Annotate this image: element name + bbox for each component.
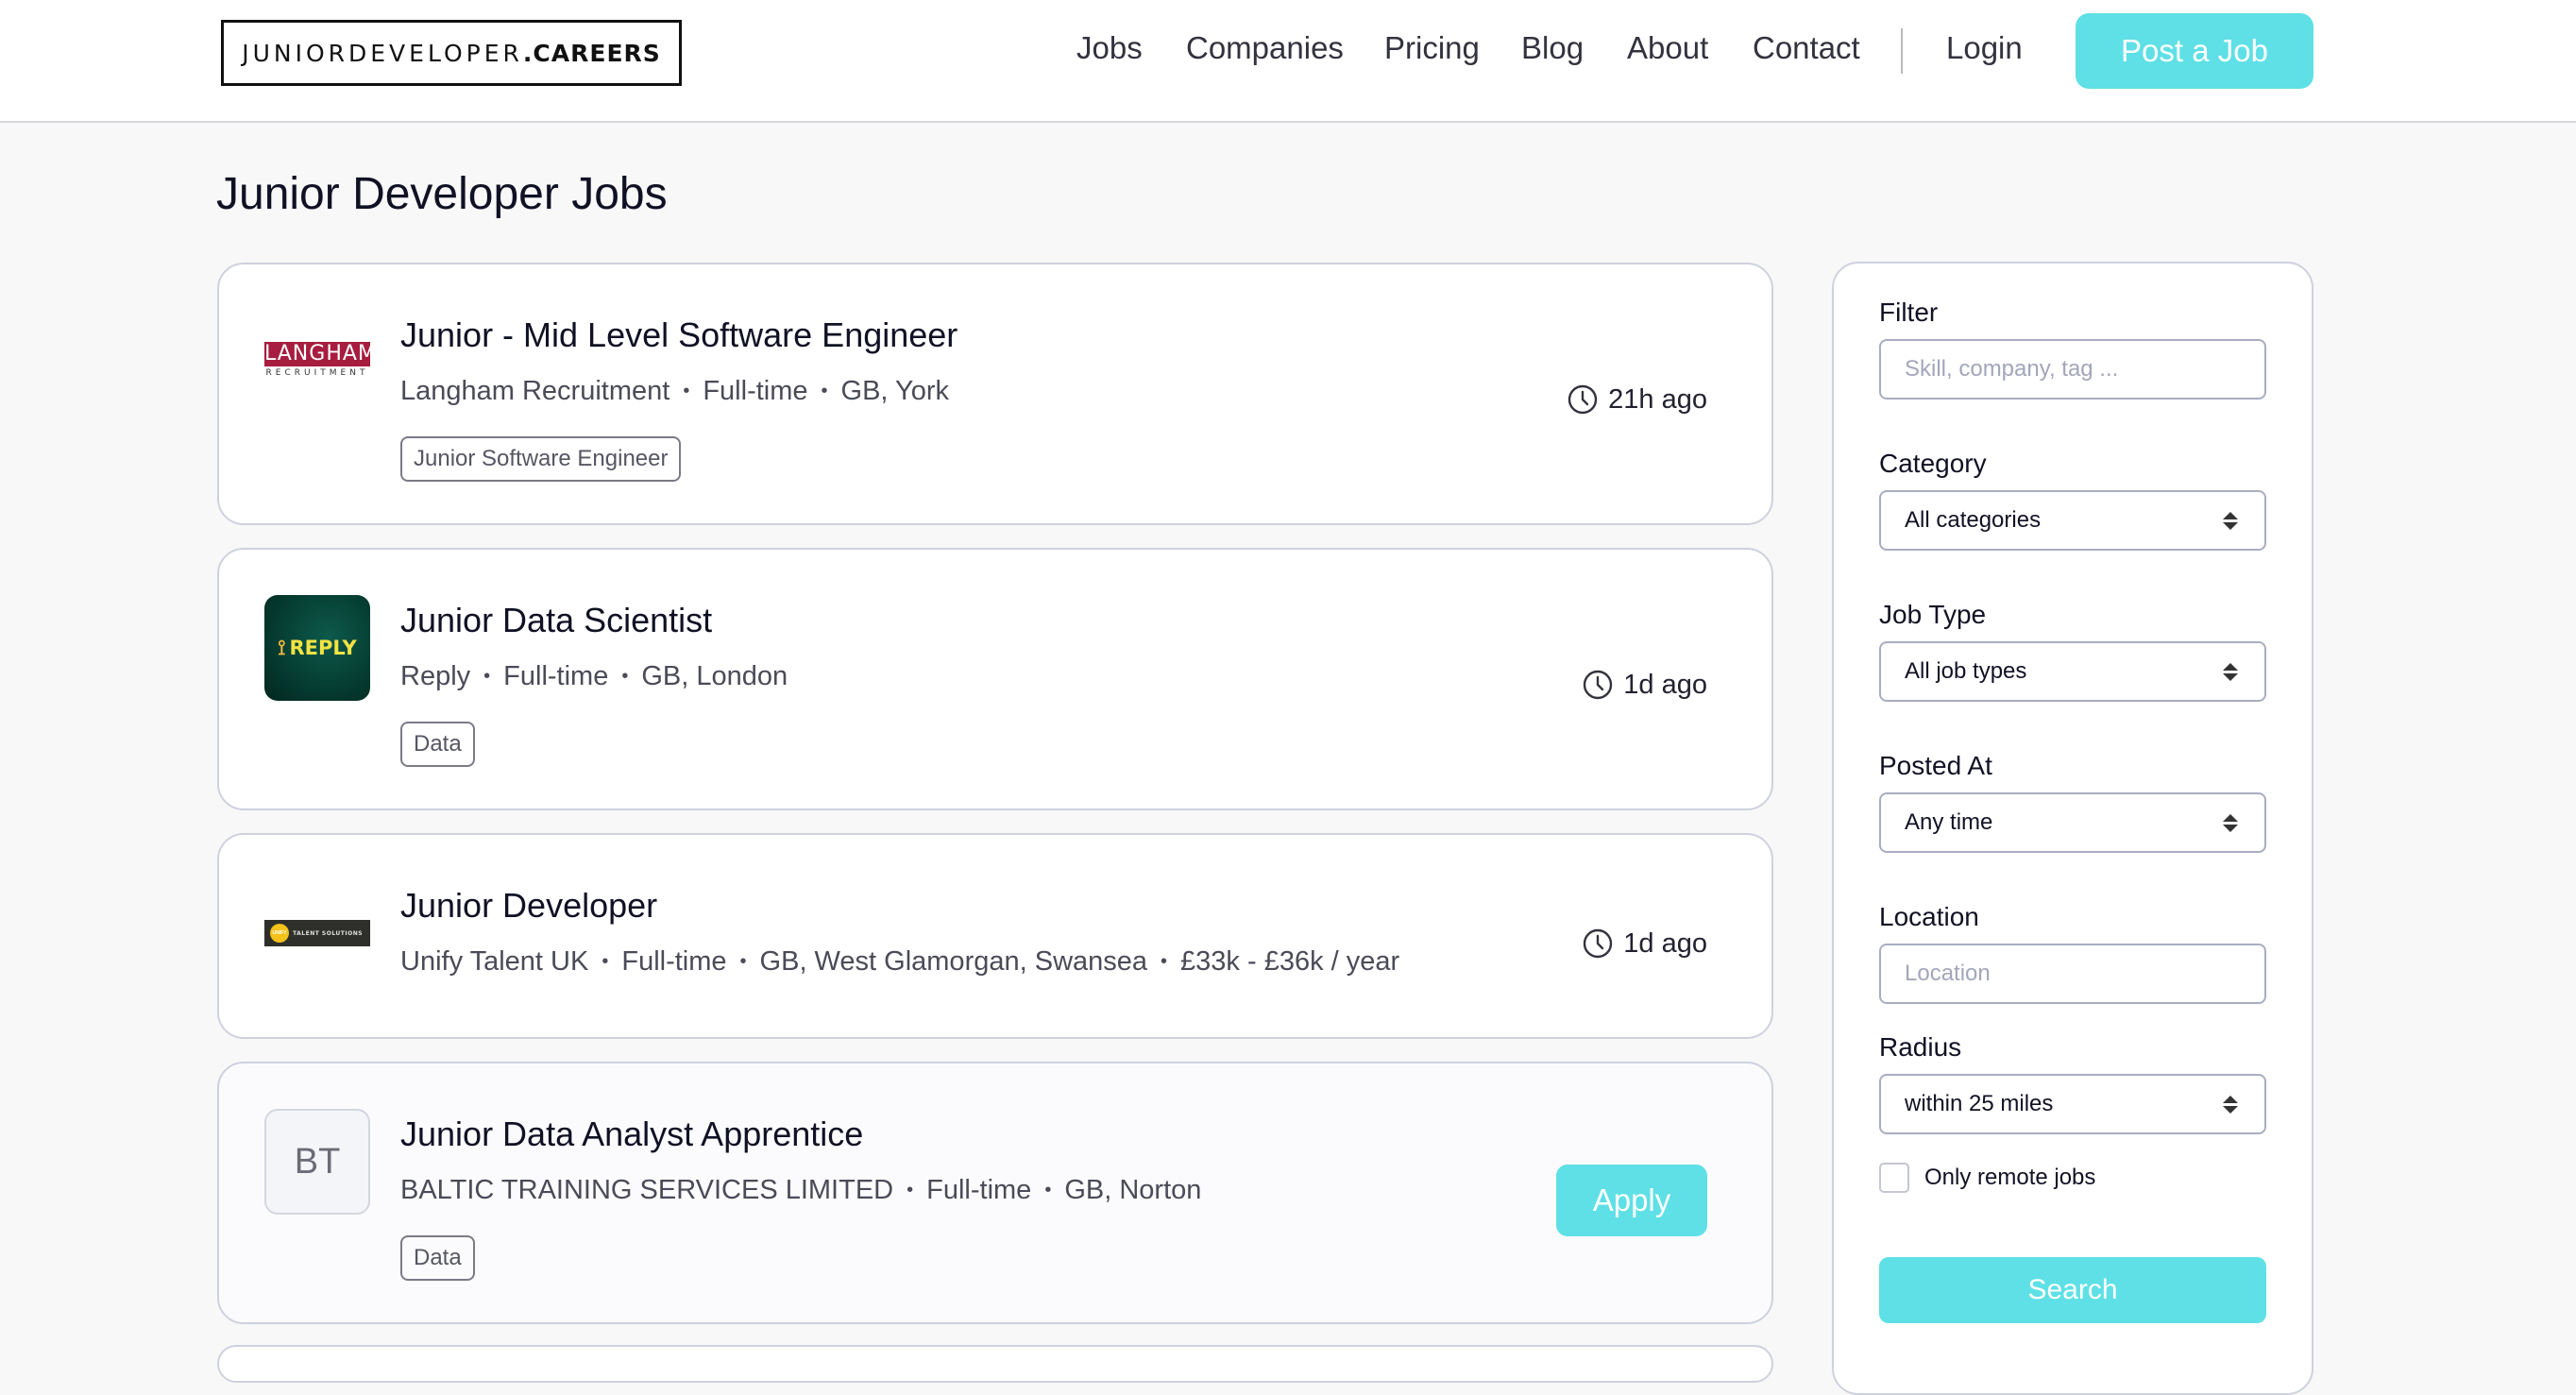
company-logo-unify: UNIFY TALENT SOLUTIONS xyxy=(264,920,370,946)
page-title: Junior Developer Jobs xyxy=(216,169,668,219)
job-card[interactable]: LANGHAM RECRUITMENT Junior - Mid Level S… xyxy=(217,263,1773,525)
job-meta: BALTIC TRAINING SERVICES LIMITED • Full-… xyxy=(400,1175,1201,1206)
job-salary: £33k - £36k / year xyxy=(1180,946,1400,977)
posted-label: 1d ago xyxy=(1623,927,1707,959)
job-tag[interactable]: Junior Software Engineer xyxy=(400,436,682,482)
posted-label: 21h ago xyxy=(1608,383,1707,415)
category-value: All categories xyxy=(1905,507,2042,533)
meta-separator: • xyxy=(821,381,828,401)
radius-select[interactable]: within 25 miles xyxy=(1879,1074,2266,1134)
radius-value: within 25 miles xyxy=(1905,1091,2054,1116)
job-card[interactable] xyxy=(217,1345,1773,1383)
job-card[interactable]: ⟟ REPLY Junior Data Scientist Reply • Fu… xyxy=(217,548,1773,810)
job-tag[interactable]: Data xyxy=(400,1235,475,1281)
meta-separator: • xyxy=(602,951,609,972)
job-card[interactable]: BT Junior Data Analyst Apprentice BALTIC… xyxy=(217,1062,1773,1324)
nav-blog[interactable]: Blog xyxy=(1521,30,1584,66)
logo-text-bold: .CAREERS xyxy=(522,39,661,67)
posted-at-value: Any time xyxy=(1905,809,1993,835)
job-card[interactable]: UNIFY TALENT SOLUTIONS Junior Developer … xyxy=(217,833,1773,1039)
posted-time: 1d ago xyxy=(1582,927,1707,960)
job-location: GB, London xyxy=(641,661,788,691)
remote-only-label: Only remote jobs xyxy=(1924,1165,2096,1190)
job-tag[interactable]: Data xyxy=(400,722,475,767)
category-label: Category xyxy=(1879,449,1987,478)
meta-separator: • xyxy=(621,666,629,687)
logo-wordmark: TALENT SOLUTIONS xyxy=(293,929,364,937)
job-type-select[interactable]: All job types xyxy=(1879,641,2266,702)
job-title[interactable]: Junior Data Analyst Apprentice xyxy=(400,1114,863,1154)
logo-wordmark: LANGHAM xyxy=(264,342,377,366)
meta-separator: • xyxy=(683,381,690,401)
logo-subtext: RECRUITMENT xyxy=(265,368,369,378)
clock-icon xyxy=(1584,928,1613,959)
job-title[interactable]: Junior - Mid Level Software Engineer xyxy=(400,315,958,355)
meta-separator: • xyxy=(1044,1180,1052,1200)
job-meta: Reply • Full-time • GB, London xyxy=(400,661,788,692)
posted-label: 1d ago xyxy=(1623,669,1707,700)
runner-icon: ⟟ xyxy=(278,636,286,660)
location-input[interactable] xyxy=(1879,944,2266,1004)
job-type: Full-time xyxy=(703,376,808,406)
posted-time: 21h ago xyxy=(1567,383,1707,416)
remote-only-toggle[interactable]: Only remote jobs xyxy=(1879,1163,2095,1193)
meta-separator: • xyxy=(907,1180,914,1200)
job-company: Unify Talent UK xyxy=(400,946,589,977)
meta-separator: • xyxy=(483,666,491,687)
company-logo-reply: ⟟ REPLY xyxy=(264,595,370,701)
job-type-value: All job types xyxy=(1905,658,2027,684)
posted-at-select[interactable]: Any time xyxy=(1879,792,2266,853)
radius-label: Radius xyxy=(1879,1032,1962,1062)
job-meta: Unify Talent UK • Full-time • GB, West G… xyxy=(400,946,1399,978)
select-arrows-icon xyxy=(2223,511,2238,530)
job-type: Full-time xyxy=(621,946,727,977)
job-location: GB, Norton xyxy=(1064,1175,1202,1205)
meta-separator: • xyxy=(739,951,747,972)
job-title[interactable]: Junior Developer xyxy=(400,886,657,926)
filter-label: Filter xyxy=(1879,298,1939,327)
category-select[interactable]: All categories xyxy=(1879,490,2266,551)
remote-only-checkbox[interactable] xyxy=(1879,1163,1909,1193)
search-button[interactable]: Search xyxy=(1879,1257,2266,1323)
job-company: Langham Recruitment xyxy=(400,376,670,406)
select-arrows-icon xyxy=(2223,662,2238,681)
company-logo-langham: LANGHAM RECRUITMENT xyxy=(264,342,377,378)
logo-text-light: JUNIORDEVELOPER xyxy=(242,39,523,67)
clock-icon xyxy=(1584,670,1613,700)
nav-pricing[interactable]: Pricing xyxy=(1384,30,1480,66)
job-meta: Langham Recruitment • Full-time • GB, Yo… xyxy=(400,376,949,407)
job-type: Full-time xyxy=(503,661,609,691)
apply-button[interactable]: Apply xyxy=(1556,1165,1707,1236)
post-job-button[interactable]: Post a Job xyxy=(2076,13,2313,89)
site-header: JUNIORDEVELOPER .CAREERS Jobs Companies P… xyxy=(0,0,2576,123)
nav-jobs[interactable]: Jobs xyxy=(1076,30,1143,66)
clock-icon xyxy=(1568,384,1598,415)
filter-sidebar: Filter Category All categories Job Type … xyxy=(1832,262,2313,1395)
logo-wordmark: REPLY xyxy=(289,637,357,659)
posted-time: 1d ago xyxy=(1582,669,1707,701)
job-company: Reply xyxy=(400,661,471,691)
nav-about[interactable]: About xyxy=(1627,30,1708,66)
meta-separator: • xyxy=(1161,951,1168,972)
posted-at-label: Posted At xyxy=(1879,751,1992,780)
job-type-label: Job Type xyxy=(1879,600,1987,629)
select-arrows-icon xyxy=(2223,813,2238,832)
location-label: Location xyxy=(1879,902,1979,931)
job-type: Full-time xyxy=(926,1175,1032,1205)
job-title[interactable]: Junior Data Scientist xyxy=(400,601,712,640)
nav-contact[interactable]: Contact xyxy=(1753,30,1860,66)
nav-login[interactable]: Login xyxy=(1946,30,2023,66)
job-location: GB, York xyxy=(840,376,949,406)
job-location: GB, West Glamorgan, Swansea xyxy=(759,946,1148,977)
logo-circle: UNIFY xyxy=(270,924,289,943)
company-logo-initials: BT xyxy=(264,1109,370,1215)
filter-input[interactable] xyxy=(1879,339,2266,400)
nav-companies[interactable]: Companies xyxy=(1186,30,1344,66)
job-company: BALTIC TRAINING SERVICES LIMITED xyxy=(400,1175,894,1205)
nav-divider xyxy=(1901,28,1903,74)
select-arrows-icon xyxy=(2223,1095,2238,1114)
site-logo[interactable]: JUNIORDEVELOPER .CAREERS xyxy=(221,20,682,86)
